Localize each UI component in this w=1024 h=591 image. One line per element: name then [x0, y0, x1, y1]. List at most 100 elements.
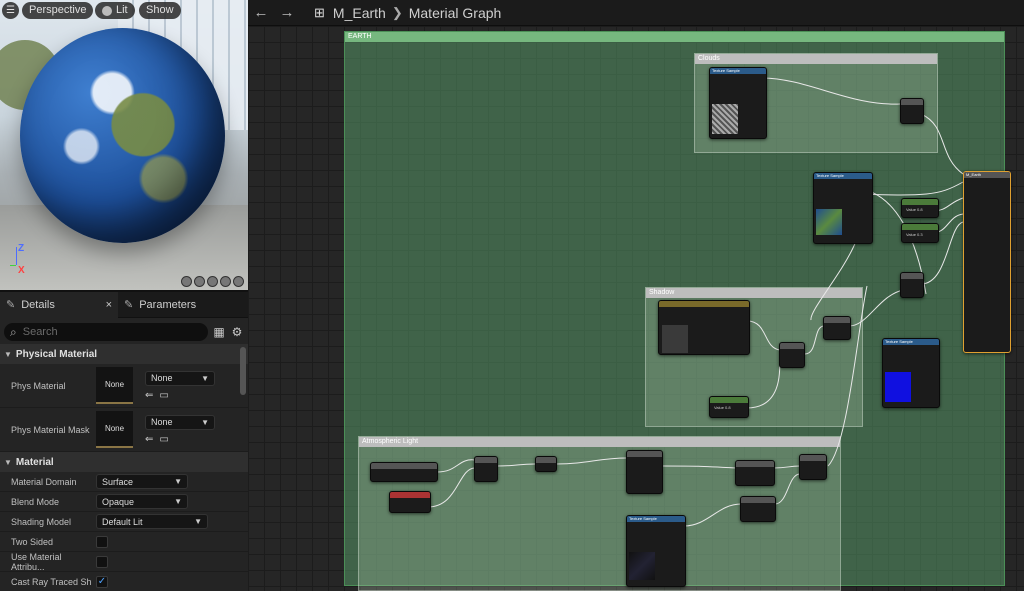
forward-arrow-icon[interactable]: →: [274, 4, 300, 21]
breadcrumb-graph[interactable]: Material Graph: [409, 5, 502, 21]
browse-icon[interactable]: ▭: [159, 390, 168, 401]
node-texture-sample-bottom[interactable]: Texture Sample: [626, 515, 686, 587]
details-panel: ✎ Details × ✎ Parameters ⌕ Search ▦ ⚙ ▼ …: [0, 290, 248, 591]
blend-mode-label: Blend Mode: [11, 496, 60, 507]
wire: [661, 465, 737, 469]
chevron-down-icon: ▼: [174, 477, 182, 486]
phys-material-mask-dropdown[interactable]: None ▼: [145, 414, 215, 430]
perspective-button[interactable]: Perspective: [22, 2, 94, 19]
node-lerp[interactable]: [900, 272, 924, 298]
pencil-icon: ✎: [124, 299, 134, 311]
use-material-attributes-checkbox[interactable]: [96, 555, 108, 568]
viewport-menu-button[interactable]: ☰: [2, 2, 19, 19]
phys-material-mask-label: Phys Material Mask: [11, 424, 90, 435]
preview-custom-mesh-icon[interactable]: [233, 276, 244, 287]
node-dot-product[interactable]: [474, 456, 498, 482]
close-icon[interactable]: ×: [106, 299, 112, 311]
show-button[interactable]: Show: [139, 2, 181, 19]
preview-cylinder-icon[interactable]: [181, 276, 192, 287]
breadcrumb-separator: ❯: [391, 4, 403, 20]
lit-button[interactable]: Lit: [95, 2, 135, 19]
wire: [760, 77, 901, 105]
wire: [683, 503, 742, 527]
details-search-row: ⌕ Search ▦ ⚙: [0, 320, 248, 344]
chevron-down-icon: ▼: [4, 349, 12, 359]
browse-icon[interactable]: ▭: [159, 434, 168, 445]
wire: [746, 358, 781, 409]
phys-material-dropdown[interactable]: None ▼: [145, 370, 215, 386]
node-value-b[interactable]: Value 0.3: [901, 223, 939, 243]
material-graph-canvas[interactable]: EARTH Clouds Shadow Atmospheric Light Te…: [248, 26, 1024, 591]
phys-material-thumbnail[interactable]: None: [96, 367, 133, 404]
node-atmospheric-fog[interactable]: [389, 491, 431, 513]
cast-ray-traced-shadows-checkbox[interactable]: ✓: [96, 575, 108, 588]
node-clamp[interactable]: [626, 450, 663, 494]
wire: [920, 113, 964, 175]
two-sided-row: Two Sided: [0, 532, 248, 552]
node-constant-vector[interactable]: [658, 300, 750, 355]
gear-icon[interactable]: ⚙: [230, 325, 244, 339]
node-one-minus[interactable]: [535, 456, 557, 472]
section-material[interactable]: ▼ Material: [0, 452, 248, 472]
pencil-icon: ✎: [6, 299, 16, 311]
hamburger-icon: ☰: [6, 5, 15, 16]
tab-details[interactable]: ✎ Details ×: [0, 291, 118, 318]
tab-parameters[interactable]: ✎ Parameters: [118, 292, 202, 318]
node-multiply-atmo[interactable]: [799, 454, 827, 480]
phys-material-mask-row: Phys Material Mask None None ▼ ⇐ ▭: [0, 408, 248, 452]
chevron-down-icon: ▼: [201, 373, 209, 383]
table-view-icon[interactable]: ▦: [212, 325, 226, 339]
shading-model-dropdown[interactable]: Default Lit ▼: [96, 514, 208, 529]
node-material-result[interactable]: M_Earth: [963, 171, 1011, 353]
wire: [773, 465, 801, 469]
blend-mode-dropdown[interactable]: Opaque ▼: [96, 494, 188, 509]
node-power-a[interactable]: [735, 460, 775, 486]
node-multiply-clouds[interactable]: [900, 98, 924, 124]
two-sided-checkbox[interactable]: [96, 535, 108, 548]
breadcrumb-asset[interactable]: M_Earth: [333, 5, 386, 21]
use-selected-icon[interactable]: ⇐: [145, 434, 153, 445]
wire: [804, 325, 825, 355]
preview-cube-icon[interactable]: [220, 276, 231, 287]
blend-mode-row: Blend Mode Opaque ▼: [0, 492, 248, 512]
node-value-c[interactable]: Value 0.8: [709, 396, 749, 418]
node-texture-sample-clouds[interactable]: Texture Sample: [709, 67, 767, 139]
wire: [746, 320, 781, 351]
viewport[interactable]: ☰ Perspective Lit Show Z X: [0, 0, 248, 290]
back-arrow-icon[interactable]: ←: [248, 4, 274, 21]
chevron-down-icon: ▼: [194, 517, 202, 526]
use-material-attributes-label: Use Material Attribu...: [11, 551, 62, 572]
use-selected-icon[interactable]: ⇐: [145, 390, 153, 401]
node-multiply-shadow[interactable]: [779, 342, 805, 368]
material-domain-dropdown[interactable]: Surface ▼: [96, 474, 188, 489]
material-domain-label: Material Domain: [11, 476, 77, 487]
chevron-down-icon: ▼: [174, 497, 182, 506]
node-add-shadow[interactable]: [823, 316, 851, 340]
axis-z-line: [16, 247, 17, 265]
details-scrollbar[interactable]: [240, 347, 246, 395]
texture-thumbnail: [629, 552, 655, 580]
preview-plane-icon[interactable]: [207, 276, 218, 287]
chevron-down-icon: ▼: [201, 417, 209, 427]
node-power-b[interactable]: [740, 496, 776, 522]
shading-model-row: Shading Model Default Lit ▼: [0, 512, 248, 532]
wire: [774, 473, 801, 505]
node-value-a[interactable]: Value 0.8: [901, 198, 939, 218]
two-sided-label: Two Sided: [11, 536, 54, 547]
search-input[interactable]: ⌕ Search: [4, 323, 208, 341]
preview-sphere-icon[interactable]: [194, 276, 205, 287]
search-icon: ⌕: [10, 324, 17, 339]
preview-shape-toolbar: [181, 276, 244, 287]
phys-material-mask-thumbnail[interactable]: None: [96, 411, 133, 448]
graph-icon: ⊞: [314, 4, 325, 20]
section-physical-material[interactable]: ▼ Physical Material: [0, 344, 248, 364]
texture-thumbnail: [712, 104, 738, 134]
node-texture-sample-blue[interactable]: Texture Sample: [882, 338, 940, 408]
node-texture-sample-earth[interactable]: Texture Sample: [813, 172, 873, 244]
node-light-vector[interactable]: [370, 462, 438, 482]
wire: [848, 289, 904, 327]
axis-y-line: [10, 265, 16, 266]
details-tabs: ✎ Details × ✎ Parameters: [0, 291, 248, 318]
earth-preview-sphere: [20, 28, 225, 243]
chevron-down-icon: ▼: [4, 457, 12, 467]
